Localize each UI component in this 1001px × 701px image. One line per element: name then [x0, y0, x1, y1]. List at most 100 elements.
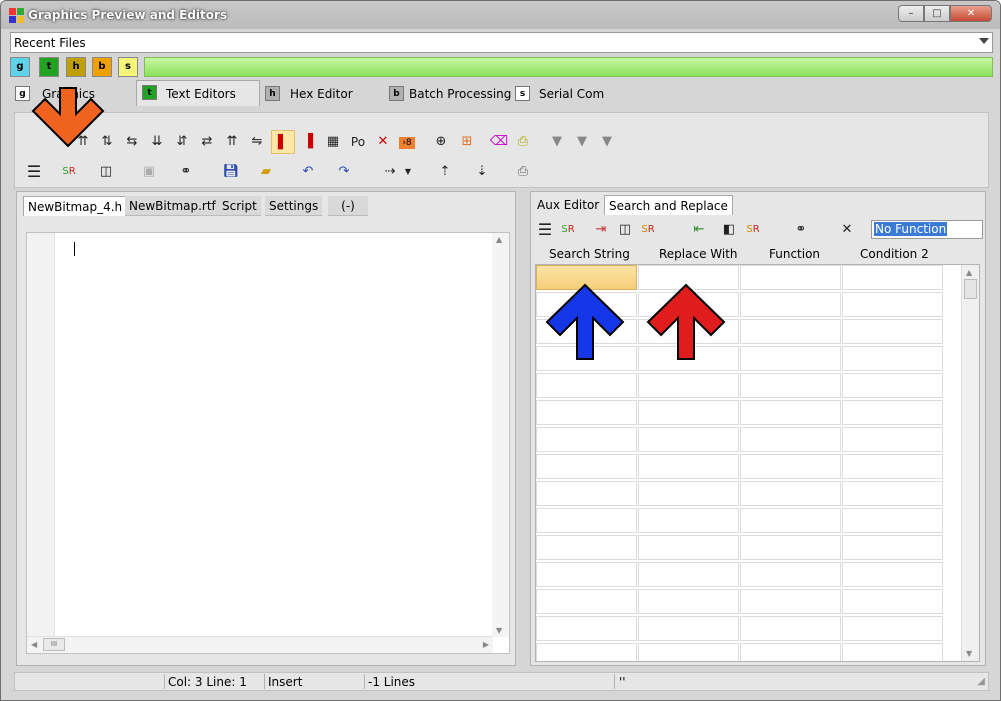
- scroll-up-icon[interactable]: ▲: [496, 235, 502, 244]
- po-label[interactable]: Po: [347, 130, 369, 154]
- split-icon[interactable]: ⇄: [195, 130, 219, 154]
- quick-button-b[interactable]: b: [92, 57, 112, 77]
- grid-cell[interactable]: [842, 508, 943, 533]
- grid-cell[interactable]: [638, 616, 739, 641]
- column2-icon[interactable]: ▐: [296, 130, 320, 154]
- grid-cell[interactable]: [638, 427, 739, 452]
- grid-cell[interactable]: [740, 400, 841, 425]
- grid-cell[interactable]: [842, 292, 943, 317]
- grid-cell[interactable]: [638, 481, 739, 506]
- tab-text-editors[interactable]: t Text Editors: [136, 80, 260, 106]
- grid-cell[interactable]: [536, 400, 637, 425]
- grid-cell[interactable]: [842, 346, 943, 371]
- grid-cell[interactable]: [740, 319, 841, 344]
- search-replace-icon[interactable]: SR: [556, 218, 580, 242]
- align-icon[interactable]: ⊞: [455, 130, 479, 154]
- open-icon[interactable]: ▰: [254, 160, 278, 184]
- printer-icon[interactable]: ⎙: [511, 160, 535, 184]
- resize-grip-icon[interactable]: ◢: [977, 676, 985, 687]
- sort-up-icon[interactable]: ⇡: [433, 160, 457, 184]
- tab-aux-editor[interactable]: Aux Editor: [533, 195, 603, 215]
- grid-cell[interactable]: [842, 265, 943, 290]
- search-replace3-icon[interactable]: SR: [741, 218, 765, 242]
- grid-cell[interactable]: [842, 616, 943, 641]
- column-icon[interactable]: ▌: [271, 130, 295, 154]
- grid-cell[interactable]: [638, 454, 739, 479]
- columns-icon[interactable]: ◫: [613, 218, 637, 242]
- grid-cell[interactable]: [536, 616, 637, 641]
- grid-cell[interactable]: [740, 292, 841, 317]
- maximize-button[interactable]: □: [924, 5, 950, 22]
- grid-cell[interactable]: [536, 427, 637, 452]
- grid-cell[interactable]: [740, 346, 841, 371]
- grid-cell[interactable]: [842, 535, 943, 560]
- clear-icon[interactable]: ✕: [835, 218, 859, 242]
- tab-settings[interactable]: Settings: [265, 196, 323, 216]
- grid-cell[interactable]: [638, 589, 739, 614]
- grid-cell[interactable]: [842, 562, 943, 587]
- close-button[interactable]: ✕: [950, 5, 992, 22]
- scroll-thumb[interactable]: [964, 279, 977, 299]
- split-view-icon[interactable]: ◫: [94, 160, 118, 184]
- updown-icon[interactable]: ⇵: [170, 130, 194, 154]
- binoculars-icon[interactable]: ⚭: [174, 160, 198, 184]
- grid-cell[interactable]: [842, 400, 943, 425]
- grid-cell[interactable]: [536, 481, 637, 506]
- quick-button-g[interactable]: g: [10, 57, 30, 77]
- badge8-icon[interactable]: ›8: [395, 130, 419, 154]
- grid-cell[interactable]: [740, 508, 841, 533]
- recent-files-combo[interactable]: Recent Files: [10, 32, 993, 53]
- redo-icon[interactable]: ↷: [332, 160, 356, 184]
- target-icon[interactable]: ⊕: [429, 130, 453, 154]
- tab-script[interactable]: Script: [218, 196, 261, 216]
- scroll-down-icon[interactable]: ▼: [496, 626, 502, 635]
- grid-cell[interactable]: [740, 481, 841, 506]
- minimize-button[interactable]: –: [898, 5, 924, 22]
- undo-icon[interactable]: ↶: [296, 160, 320, 184]
- format-dropdown-icon[interactable]: ▼: [402, 160, 414, 184]
- grid-cell[interactable]: [740, 427, 841, 452]
- grid-cell[interactable]: [842, 373, 943, 398]
- title-bar[interactable]: Graphics Preview and Editors – □ ✕: [1, 1, 1000, 29]
- print-icon[interactable]: ⎙: [511, 130, 535, 154]
- scroll-thumb[interactable]: III: [43, 638, 65, 651]
- scroll-down-icon[interactable]: ▼: [966, 649, 972, 658]
- eraser-icon[interactable]: ⌫: [487, 130, 511, 154]
- grid-cell[interactable]: [536, 535, 637, 560]
- grid-cell[interactable]: [536, 373, 637, 398]
- grid-cell[interactable]: [740, 454, 841, 479]
- grid-cell[interactable]: [740, 643, 841, 661]
- copy-icon[interactable]: ▣: [137, 160, 161, 184]
- grid-cell[interactable]: [536, 562, 637, 587]
- grid-cell[interactable]: [536, 508, 637, 533]
- tab-close-doc[interactable]: (-): [328, 196, 368, 216]
- grid-cell[interactable]: [842, 589, 943, 614]
- tab-newbitmap-4-h[interactable]: NewBitmap_4.h: [23, 196, 128, 216]
- grid-cell[interactable]: [740, 589, 841, 614]
- quick-button-s[interactable]: s: [118, 57, 138, 77]
- panel-icon[interactable]: ◧: [717, 218, 741, 242]
- grid-cell[interactable]: [638, 643, 739, 661]
- export-icon[interactable]: ⇤: [687, 218, 711, 242]
- quick-button-h[interactable]: h: [66, 57, 86, 77]
- menu-icon[interactable]: ☰: [533, 218, 557, 242]
- grid-cell[interactable]: [842, 643, 943, 661]
- format-icon[interactable]: ⇢: [378, 160, 402, 184]
- grid-cell[interactable]: [740, 535, 841, 560]
- text-editor[interactable]: ▲ ▼ ◀ III ▶: [26, 232, 510, 654]
- grid-cell[interactable]: [536, 589, 637, 614]
- sort-down-icon[interactable]: ⇣: [470, 160, 494, 184]
- dropdown-arrow-icon[interactable]: [979, 38, 989, 44]
- grid-cell[interactable]: [536, 643, 637, 661]
- horizontal-scrollbar[interactable]: ◀ III ▶: [27, 636, 493, 653]
- import-icon[interactable]: ⇥: [589, 218, 613, 242]
- tab-serial-com[interactable]: s Serial Com: [510, 82, 620, 106]
- grid-cell[interactable]: [842, 481, 943, 506]
- arrows-down-icon[interactable]: ⇊: [145, 130, 169, 154]
- grid-cell[interactable]: [638, 508, 739, 533]
- grid-cell[interactable]: [740, 373, 841, 398]
- flag2-icon[interactable]: ▼: [570, 130, 594, 154]
- grid-cell[interactable]: [638, 535, 739, 560]
- vertical-scrollbar[interactable]: ▲ ▼: [492, 233, 509, 637]
- grid-cell[interactable]: [638, 373, 739, 398]
